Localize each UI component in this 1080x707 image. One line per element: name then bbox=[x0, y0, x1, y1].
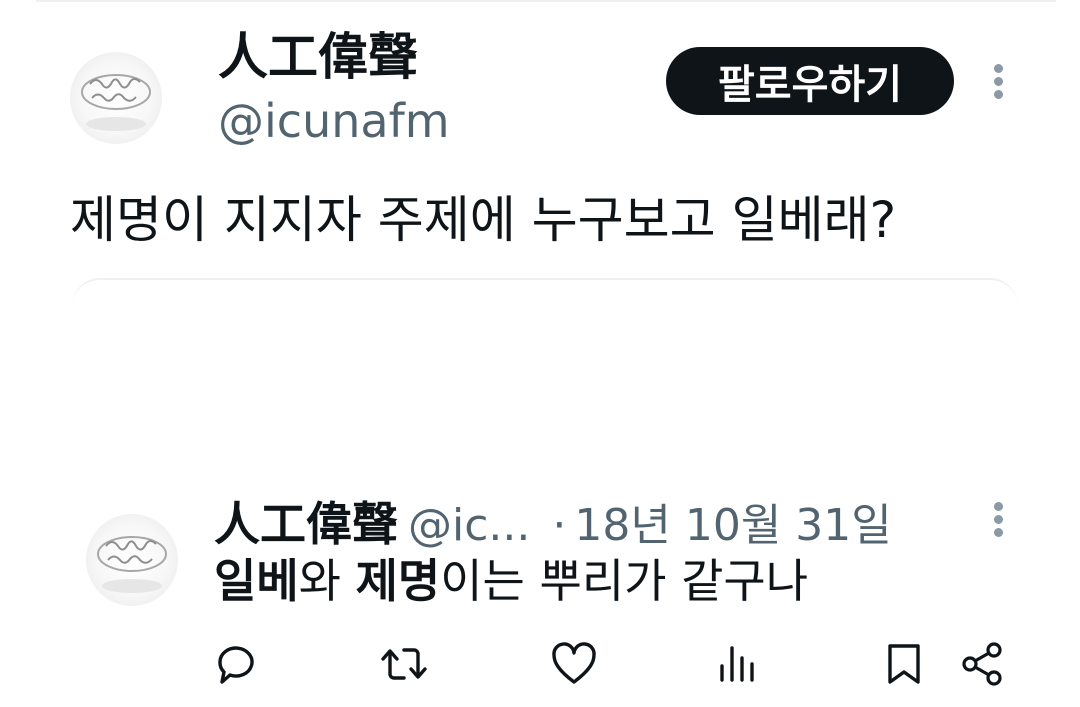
quoted-tweet-text: 일베와 제명이는 뿌리가 같구나 bbox=[214, 551, 808, 611]
author-avatar[interactable] bbox=[70, 52, 162, 144]
reply-button[interactable] bbox=[212, 638, 264, 690]
bookmark-button[interactable] bbox=[878, 638, 930, 690]
quoted-handle[interactable]: @ic... bbox=[408, 500, 530, 551]
quoted-author-avatar[interactable] bbox=[86, 514, 178, 606]
quoted-more-options-icon[interactable] bbox=[986, 496, 1012, 542]
top-divider bbox=[36, 0, 1056, 2]
quoted-tweet-card[interactable] bbox=[72, 278, 1018, 340]
tweet-text: 제명이 지지자 주제에 누구보고 일베래? bbox=[70, 191, 897, 249]
reply-icon bbox=[218, 646, 254, 684]
quoted-date[interactable]: 18년 10월 31일 bbox=[574, 489, 891, 553]
ring-photo-icon bbox=[81, 74, 151, 131]
views-button[interactable] bbox=[712, 638, 764, 690]
author-handle[interactable]: @icunafm bbox=[218, 94, 450, 148]
bookmark-icon bbox=[888, 644, 920, 684]
text-fragment: 와 bbox=[298, 554, 356, 608]
share-button[interactable] bbox=[956, 638, 1008, 690]
highlight-ilbe: 일베 bbox=[214, 554, 299, 608]
dot-separator: · bbox=[552, 500, 567, 551]
text-fragment: 이는 뿌리가 같구나 bbox=[440, 554, 809, 608]
like-icon bbox=[552, 642, 596, 684]
like-button[interactable] bbox=[548, 638, 600, 690]
more-options-icon[interactable] bbox=[986, 58, 1012, 104]
share-icon bbox=[962, 642, 1002, 686]
retweet-icon bbox=[381, 648, 427, 680]
ring-photo-icon bbox=[97, 536, 167, 593]
highlight-jemyeong: 제명 bbox=[355, 554, 441, 608]
follow-button[interactable]: 팔로우하기 bbox=[666, 47, 954, 115]
quoted-display-name[interactable]: 人工偉聲 bbox=[214, 488, 398, 554]
quoted-header: 人工偉聲 @ic... · 18년 10월 31일 bbox=[214, 488, 892, 551]
author-display-name[interactable]: 人工偉聲 bbox=[218, 28, 418, 86]
views-icon bbox=[720, 646, 754, 682]
retweet-button[interactable] bbox=[378, 638, 430, 690]
